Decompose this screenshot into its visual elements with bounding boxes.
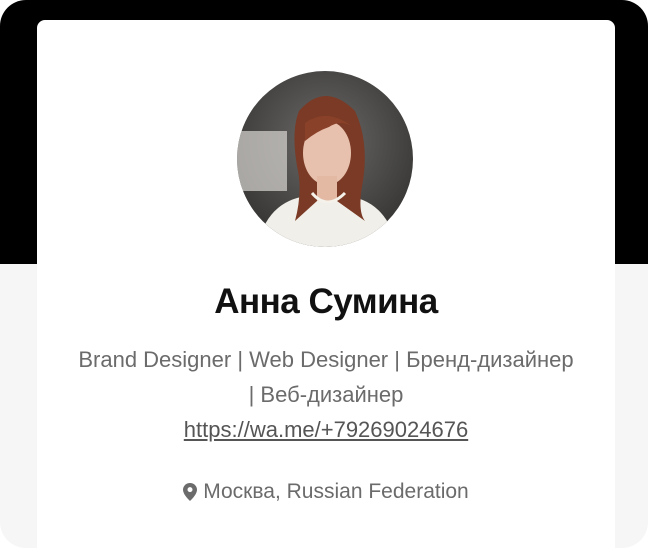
profile-card: Анна Сумина Brand Designer | Web Designe… <box>37 20 615 548</box>
profile-photo-icon <box>237 71 413 247</box>
location-pin-icon <box>183 483 198 501</box>
whatsapp-link[interactable]: https://wa.me/+79269024676 <box>77 412 575 447</box>
bio-text: Brand Designer | Web Designer | Бренд-ди… <box>78 347 574 407</box>
profile-name: Анна Сумина <box>214 282 438 321</box>
profile-bio: Brand Designer | Web Designer | Бренд-ди… <box>77 342 575 447</box>
avatar[interactable] <box>237 71 413 247</box>
profile-page: Анна Сумина Brand Designer | Web Designe… <box>0 0 648 548</box>
profile-location: Москва, Russian Federation <box>37 480 615 504</box>
location-text: Москва, Russian Federation <box>203 480 469 503</box>
